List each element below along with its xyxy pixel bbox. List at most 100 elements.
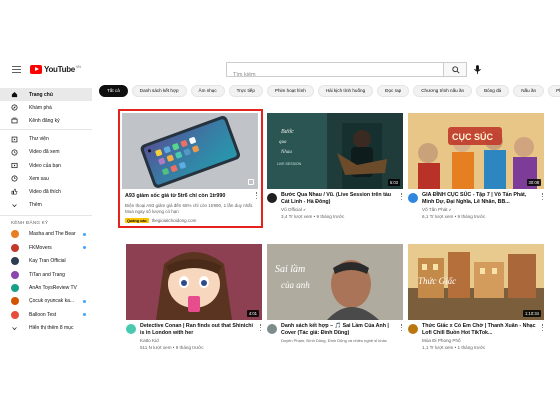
svg-text:LIVE SESSION: LIVE SESSION — [277, 162, 302, 166]
mix-artists: Duyên Phạm, Đình Dũng, Đình Dũng và nhiề… — [281, 338, 387, 343]
video-duration: 30:08 — [526, 179, 541, 186]
sidebar-item-0[interactable]: Trang chủ — [0, 88, 92, 101]
video-channel[interactable]: Võ Tấn Phát ✔ — [422, 207, 536, 212]
chip-5[interactable]: Hài kịch tình huống — [317, 85, 374, 97]
subscription-item[interactable]: Balloon Test — [0, 308, 92, 321]
channel-avatar[interactable] — [126, 324, 136, 334]
video-channel[interactable]: Mùa Đi Phong Phố — [422, 338, 536, 343]
video-more-icon[interactable] — [400, 193, 403, 202]
sidebar-item-label: Trang chủ — [29, 91, 53, 98]
sidebar-item-1[interactable]: Khám phá — [0, 101, 92, 114]
svg-text:Sai lầm: Sai lầm — [275, 264, 305, 275]
channel-avatar[interactable] — [267, 324, 277, 334]
ad-highlight-frame — [118, 109, 263, 228]
svg-text:CỤC SÚC: CỤC SÚC — [452, 131, 494, 142]
svg-text:Thức Giấc: Thức Giấc — [418, 276, 456, 286]
sidebar-item-4[interactable]: Video đã xem — [0, 146, 92, 159]
chip-8[interactable]: Bóng đá — [476, 85, 510, 97]
video-thumbnail[interactable]: Thức Giấc 1:10:34 — [408, 244, 544, 320]
video-channel[interactable]: Katto Kid — [140, 338, 254, 343]
chip-3[interactable]: Trực tiếp — [228, 85, 263, 97]
mix-thumbnail[interactable]: Sai lầm của anh — [267, 244, 403, 320]
video-thumbnail[interactable]: 4:01 — [126, 244, 262, 320]
channel-avatar — [11, 297, 19, 306]
chip-6[interactable]: Đọc rap — [377, 85, 410, 97]
new-content-dot — [83, 246, 86, 250]
sidebar-item-label: Video của bạn — [29, 162, 61, 169]
subscription-label: Çocuk oyuncak ka... — [29, 298, 75, 305]
new-content-dot — [83, 299, 86, 303]
channel-name: Vũ Official — [281, 207, 302, 212]
channel-name: Võ Tấn Phát — [422, 207, 448, 212]
sidebar-item-6[interactable]: Xem sau — [0, 172, 92, 185]
video-more-icon[interactable] — [259, 324, 262, 333]
sidebar-item-5[interactable]: Video của bạn — [0, 159, 92, 172]
video-meta: 511 N lượt xem • 9 tháng trước — [140, 345, 204, 350]
video-more-icon[interactable] — [400, 324, 403, 333]
sidebar: Trang chủ Khám phá Kênh đăng ký Thư viện… — [0, 85, 92, 380]
chevron-down-icon — [12, 326, 17, 330]
chip-1[interactable]: Danh sách kết hợp — [131, 85, 187, 97]
sidebar-item-label: Xem sau — [29, 175, 49, 182]
subscription-item[interactable]: Masha and The Bear — [0, 228, 92, 241]
video-title[interactable]: Detective Conan | Ran finds out that Shi… — [140, 323, 254, 336]
sidebar-item-label: Video đã thích — [29, 188, 61, 195]
search-box — [226, 62, 444, 82]
sidebar-item-8[interactable]: Thêm — [0, 199, 92, 212]
video-thumbnail[interactable]: Bước qua Nhau LIVE SESSION 5:03 — [267, 113, 403, 189]
microphone-icon[interactable] — [472, 64, 483, 75]
subscriptions-heading: KÊNH ĐĂNG KÝ — [11, 219, 49, 225]
new-content-dot — [83, 313, 86, 317]
subscription-label: AnAn ToysReview TV — [29, 284, 77, 291]
svg-text:qua: qua — [279, 140, 287, 145]
subscription-item[interactable]: Çocuk oyuncak ka... — [0, 295, 92, 308]
subscription-label: Balloon Test — [29, 311, 57, 318]
show-more-channels[interactable]: Hiển thị thêm 8 mục — [0, 322, 92, 335]
chip-0[interactable]: Tất cả — [99, 85, 128, 97]
chip-9[interactable]: Nấu ăn — [513, 85, 545, 97]
svg-text:Bước: Bước — [281, 129, 294, 135]
subscription-item[interactable]: FKMovers — [0, 241, 92, 254]
verified-icon: ✔ — [448, 208, 452, 212]
channel-avatar[interactable] — [408, 193, 418, 203]
channel-avatar — [11, 283, 19, 292]
channel-avatar[interactable] — [408, 324, 418, 334]
chip-7[interactable]: Chương trình nấu ăn — [413, 85, 473, 97]
category-chips: Tất cả Danh sách kết hợp Âm nhạc Trực tiếp P… — [99, 85, 560, 99]
subscription-item[interactable]: Kay Tran Official — [0, 255, 92, 268]
youtube-logo[interactable]: YouTube VN — [30, 65, 81, 74]
search-input[interactable] — [227, 68, 443, 82]
video-title[interactable]: Bước Qua Nhau / Vũ. (Live Session trên t… — [281, 192, 395, 205]
cover-song-thumbnail-image: Sai lầm của anh — [267, 244, 403, 320]
sidebar-item-7[interactable]: Video đã thích — [0, 185, 92, 198]
menu-icon[interactable] — [12, 66, 21, 73]
sidebar-item-2[interactable]: Kênh đăng ký — [0, 114, 92, 127]
chip-10[interactable]: Ph — [548, 85, 560, 97]
video-title[interactable]: Thức Giấc x Có Em Chờ | Thanh Xuân - Nhạ… — [422, 323, 536, 336]
video-channel[interactable]: Vũ Official ✔ — [281, 207, 395, 212]
new-content-dot — [83, 232, 86, 236]
channel-avatar — [11, 243, 19, 252]
compass-icon — [11, 104, 18, 111]
sidebar-item-3[interactable]: Thư viện — [0, 133, 92, 146]
sidebar-item-label: Kênh đăng ký — [29, 117, 60, 124]
masthead: YouTube VN — [0, 55, 560, 85]
mix-title[interactable]: Danh sách kết hợp – 🎵 Sai Lầm Của Anh | … — [281, 323, 395, 336]
video-title[interactable]: GIA ĐÌNH CỤC SÚC - Tập 7 | Võ Tấn Phát, … — [422, 192, 536, 205]
logo-text: YouTube — [44, 65, 75, 74]
video-more-icon[interactable] — [541, 324, 544, 333]
channel-avatar — [11, 270, 19, 279]
channel-avatar[interactable] — [267, 193, 277, 203]
search-button[interactable] — [443, 62, 467, 77]
chip-4[interactable]: Phim hoạt hình — [266, 85, 314, 97]
chip-2[interactable]: Âm nhạc — [190, 85, 225, 97]
sidebar-item-label: Video đã xem — [29, 149, 60, 156]
subscription-item[interactable]: AnAn ToysReview TV — [0, 281, 92, 294]
subscription-label: Masha and The Bear — [29, 231, 76, 238]
subscription-item[interactable]: TiTan and Trang — [0, 268, 92, 281]
video-more-icon[interactable] — [541, 193, 544, 202]
chevron-down-icon — [12, 203, 17, 207]
video-thumbnail[interactable]: CỤC SÚC 30:08 — [408, 113, 544, 189]
verified-icon: ✔ — [303, 208, 307, 212]
like-icon — [11, 189, 18, 195]
